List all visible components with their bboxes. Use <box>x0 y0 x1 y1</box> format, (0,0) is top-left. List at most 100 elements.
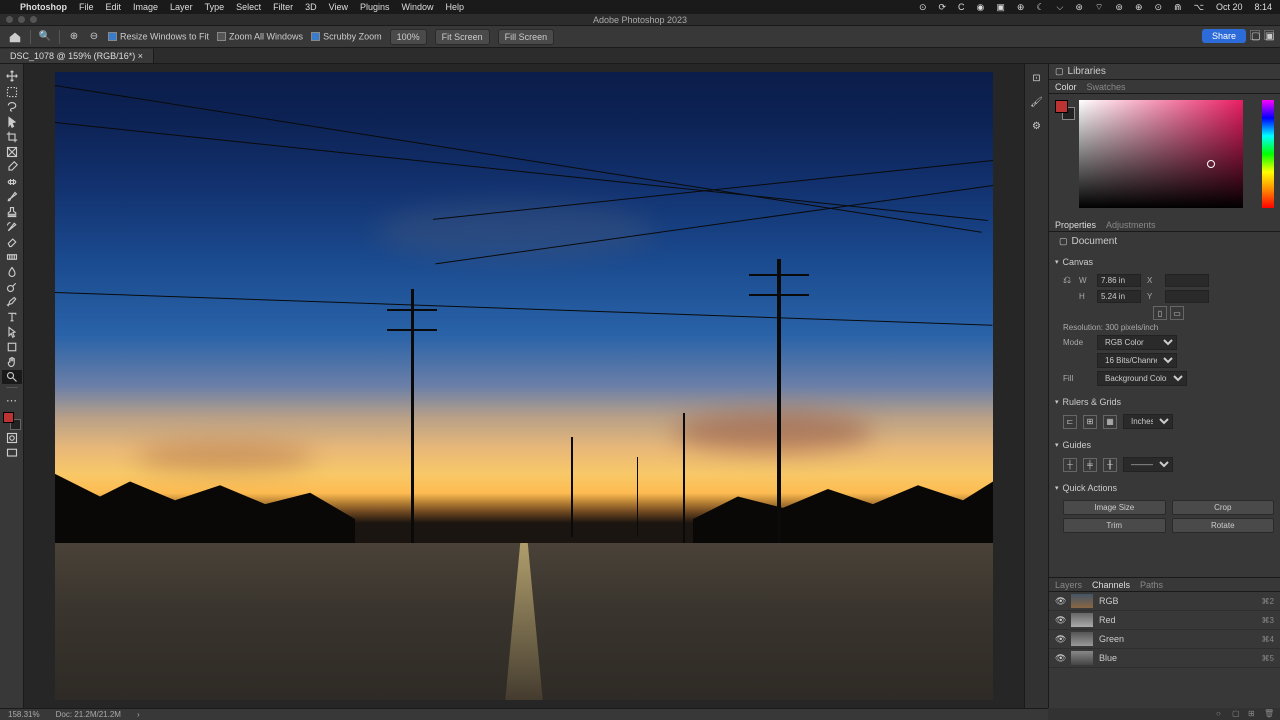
hand-tool[interactable] <box>2 355 22 369</box>
fill-select[interactable]: Background Color <box>1097 371 1187 386</box>
wifi-icon[interactable]: ⌔ <box>1095 2 1103 13</box>
orientation-portrait[interactable]: ▯ <box>1153 306 1167 320</box>
path-select-tool[interactable] <box>2 325 22 339</box>
menu-window[interactable]: Window <box>402 2 434 12</box>
app-menu[interactable]: Photoshop <box>20 2 67 12</box>
link-icon[interactable]: ⎌ <box>1063 275 1073 286</box>
gradient-tool[interactable] <box>2 250 22 264</box>
grid2-icon[interactable]: ▦ <box>1103 415 1117 429</box>
load-selection-icon[interactable]: ○ <box>1216 709 1226 719</box>
layers-tab[interactable]: Layers <box>1055 580 1082 590</box>
eyedropper-tool[interactable] <box>2 160 22 174</box>
crop-tool[interactable] <box>2 130 22 144</box>
stamp-tool[interactable] <box>2 205 22 219</box>
home-icon[interactable] <box>8 30 22 44</box>
status-icon[interactable]: ⊙ <box>919 2 927 13</box>
height-input[interactable] <box>1097 290 1141 303</box>
fill-screen-button[interactable]: Fill Screen <box>498 29 555 45</box>
shape-tool[interactable] <box>2 340 22 354</box>
menu-image[interactable]: Image <box>133 2 158 12</box>
visibility-icon[interactable]: 👁 <box>1055 596 1065 607</box>
status-icon[interactable]: ⊛ <box>1075 2 1083 13</box>
brush-panel-icon[interactable]: 🖌 <box>1029 94 1045 110</box>
status-icon[interactable]: ⊚ <box>1115 2 1123 13</box>
guide-select[interactable]: ——— <box>1123 457 1173 472</box>
chevron-right-icon[interactable]: › <box>137 710 140 719</box>
paths-tab[interactable]: Paths <box>1140 580 1163 590</box>
menu-edit[interactable]: Edit <box>106 2 122 12</box>
guide-icon[interactable]: ╪ <box>1083 458 1097 472</box>
visibility-icon[interactable]: 👁 <box>1055 653 1065 664</box>
settings-panel-icon[interactable]: ⚙ <box>1029 118 1045 134</box>
document-canvas[interactable] <box>55 72 993 700</box>
menu-select[interactable]: Select <box>236 2 261 12</box>
menu-view[interactable]: View <box>329 2 348 12</box>
resize-windows-checkbox[interactable]: Resize Windows to Fit <box>108 31 209 42</box>
color-fg-bg[interactable] <box>1055 100 1075 120</box>
guide-icon[interactable]: ┼ <box>1063 458 1077 472</box>
marquee-tool[interactable] <box>2 85 22 99</box>
status-icon[interactable]: ◉ <box>977 2 985 13</box>
swatches-tab[interactable]: Swatches <box>1087 82 1126 92</box>
color-field[interactable] <box>1079 100 1243 208</box>
zoom-in-icon[interactable]: ⊕ <box>68 31 80 43</box>
channel-row[interactable]: 👁Red⌘3 <box>1049 611 1280 630</box>
color-swatches[interactable] <box>3 412 21 430</box>
mode-select[interactable]: RGB Color <box>1097 335 1177 350</box>
ruler-icon[interactable]: ⊏ <box>1063 415 1077 429</box>
bluetooth-icon[interactable]: ⌵ <box>1057 2 1064 13</box>
menu-file[interactable]: File <box>79 2 94 12</box>
document-tab[interactable]: DSC_1078 @ 159% (RGB/16*) × <box>0 49 154 63</box>
share-button[interactable]: Share <box>1202 29 1246 43</box>
zoom-100-button[interactable]: 100% <box>390 29 427 45</box>
quick-select-tool[interactable] <box>2 115 22 129</box>
status-icon[interactable]: ⟳ <box>939 2 947 13</box>
blur-tool[interactable] <box>2 265 22 279</box>
guide-icon[interactable]: ╫ <box>1103 458 1117 472</box>
workspace-controls[interactable]: ▢▣ <box>1250 30 1274 40</box>
scrubby-zoom-checkbox[interactable]: Scrubby Zoom <box>311 31 382 42</box>
properties-tab[interactable]: Properties <box>1055 220 1096 230</box>
move-tool[interactable] <box>2 68 22 84</box>
new-channel-icon[interactable]: ⊞ <box>1248 709 1258 719</box>
quick-actions-section[interactable]: Quick Actions <box>1055 481 1274 495</box>
healing-tool[interactable] <box>2 175 22 189</box>
trim-button[interactable]: Trim <box>1063 518 1166 533</box>
x-input[interactable] <box>1165 274 1209 287</box>
panel-icon[interactable]: ⊡ <box>1029 70 1045 86</box>
status-icon[interactable]: ▣ <box>996 2 1005 13</box>
zoom-level[interactable]: 158.31% <box>8 710 40 719</box>
guides-section[interactable]: Guides <box>1055 438 1274 452</box>
adjustments-tab[interactable]: Adjustments <box>1106 220 1156 230</box>
moon-icon[interactable]: ☾ <box>1036 2 1044 13</box>
color-tab[interactable]: Color <box>1055 82 1077 92</box>
visibility-icon[interactable]: 👁 <box>1055 634 1065 645</box>
orientation-landscape[interactable]: ▭ <box>1170 306 1184 320</box>
menu-3d[interactable]: 3D <box>305 2 317 12</box>
headphones-icon[interactable]: ⋒ <box>1174 2 1182 13</box>
fit-screen-button[interactable]: Fit Screen <box>435 29 490 45</box>
menu-plugins[interactable]: Plugins <box>360 2 390 12</box>
channel-row[interactable]: 👁Blue⌘5 <box>1049 649 1280 668</box>
status-icon[interactable]: ⊕ <box>1135 2 1143 13</box>
window-controls[interactable] <box>6 16 37 23</box>
zoom-out-icon[interactable]: ⊖ <box>88 31 100 43</box>
zoom-all-checkbox[interactable]: Zoom All Windows <box>217 31 303 42</box>
control-center-icon[interactable]: ⌥ <box>1194 2 1204 13</box>
menu-help[interactable]: Help <box>446 2 465 12</box>
rotate-button[interactable]: Rotate <box>1172 518 1275 533</box>
screen-mode[interactable] <box>2 446 22 460</box>
rulers-section[interactable]: Rulers & Grids <box>1055 395 1274 409</box>
units-select[interactable]: Inches <box>1123 414 1173 429</box>
pen-tool[interactable] <box>2 295 22 309</box>
save-selection-icon[interactable]: ▢ <box>1232 709 1242 719</box>
grid-icon[interactable]: ⊞ <box>1083 415 1097 429</box>
delete-icon[interactable]: 🗑 <box>1264 709 1274 719</box>
frame-tool[interactable] <box>2 145 22 159</box>
eraser-tool[interactable] <box>2 235 22 249</box>
quick-mask[interactable] <box>2 431 22 445</box>
dodge-tool[interactable] <box>2 280 22 294</box>
hue-slider[interactable] <box>1262 100 1274 208</box>
user-icon[interactable]: ⊙ <box>1154 2 1162 13</box>
status-icon[interactable]: C <box>958 2 965 12</box>
